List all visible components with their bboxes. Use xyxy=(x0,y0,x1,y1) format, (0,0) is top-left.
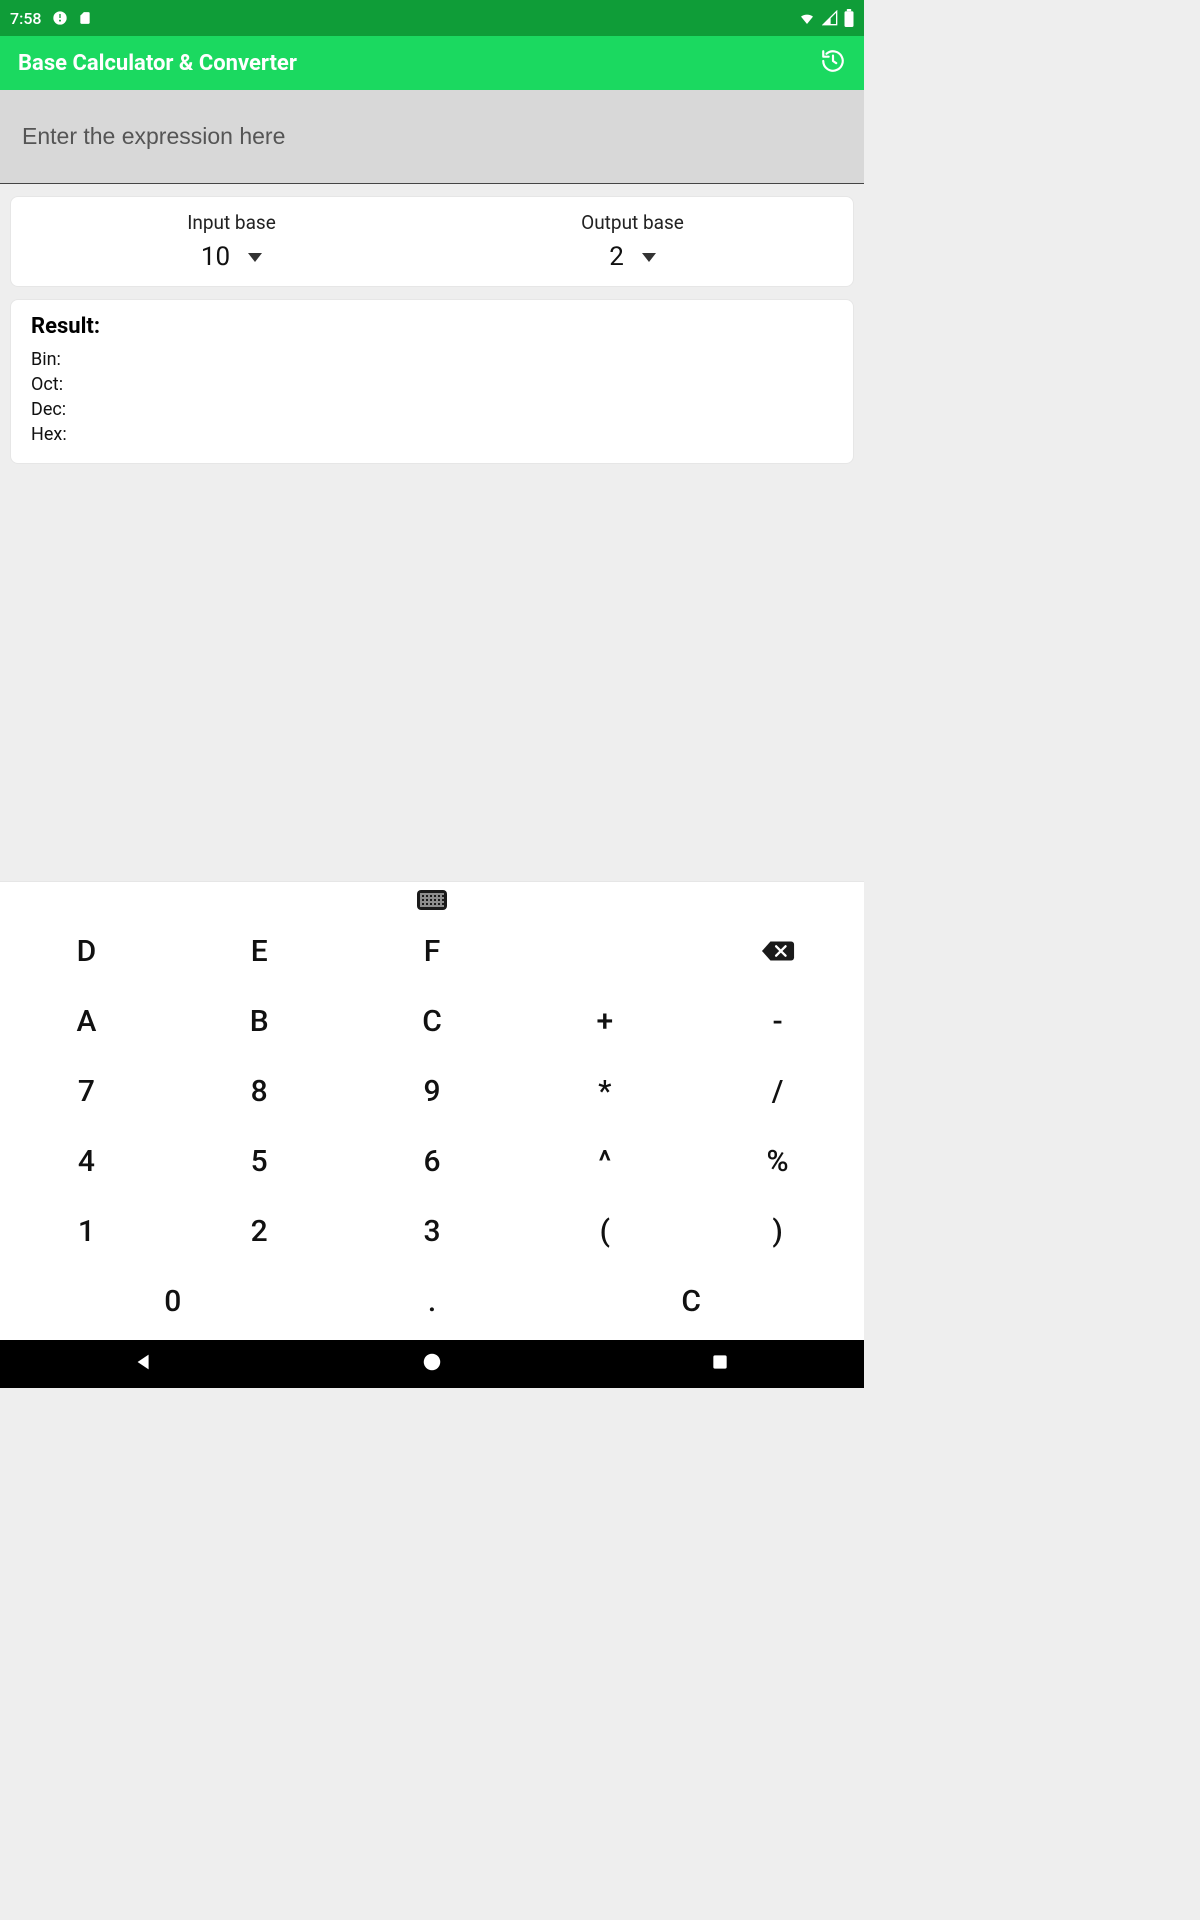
key-/[interactable]: / xyxy=(691,1056,864,1126)
key-backspace[interactable] xyxy=(691,916,864,986)
key-b[interactable]: B xyxy=(173,986,346,1056)
square-recent-icon xyxy=(710,1352,730,1376)
nav-home-button[interactable] xyxy=(418,1350,446,1378)
key-a[interactable]: A xyxy=(0,986,173,1056)
app-bar: Base Calculator & Converter xyxy=(0,36,864,90)
key-^[interactable]: ^ xyxy=(518,1126,691,1196)
key-([interactable]: ( xyxy=(518,1196,691,1266)
key-dot[interactable]: . xyxy=(346,1266,519,1336)
output-base-value: 2 xyxy=(609,242,624,272)
result-title: Result: xyxy=(31,314,833,339)
result-card: Result: Bin: Oct: Dec: Hex: xyxy=(10,299,854,464)
triangle-back-icon xyxy=(133,1351,155,1377)
key-%[interactable]: % xyxy=(691,1126,864,1196)
circle-home-icon xyxy=(421,1351,443,1377)
nav-bar xyxy=(0,1340,864,1388)
output-base-select[interactable]: 2 xyxy=(609,242,656,272)
signal-icon xyxy=(822,10,838,26)
key-e[interactable]: E xyxy=(173,916,346,986)
history-icon xyxy=(820,59,846,78)
key-9[interactable]: 9 xyxy=(346,1056,519,1126)
result-row-oct: Oct: xyxy=(31,374,833,395)
key-8[interactable]: 8 xyxy=(173,1056,346,1126)
key-6[interactable]: 6 xyxy=(346,1126,519,1196)
key-d[interactable]: D xyxy=(0,916,173,986)
key-*[interactable]: * xyxy=(518,1056,691,1126)
result-label: Hex: xyxy=(31,424,67,445)
nav-back-button[interactable] xyxy=(130,1350,158,1378)
base-selector-card: Input base 10 Output base 2 xyxy=(10,196,854,287)
key-7[interactable]: 7 xyxy=(0,1056,173,1126)
result-label: Oct: xyxy=(31,374,63,395)
status-bar: 7:58 xyxy=(0,0,864,36)
key-c[interactable]: C xyxy=(346,986,519,1056)
key-empty xyxy=(518,916,691,986)
result-row-bin: Bin: xyxy=(31,349,833,370)
result-label: Bin: xyxy=(31,349,61,370)
input-base-value: 10 xyxy=(201,242,230,272)
chevron-down-icon xyxy=(248,253,262,262)
wifi-icon xyxy=(798,10,816,26)
battery-icon xyxy=(844,9,854,27)
result-row-hex: Hex: xyxy=(31,424,833,445)
history-button[interactable] xyxy=(820,48,846,78)
result-label: Dec: xyxy=(31,399,66,420)
key-)[interactable]: ) xyxy=(691,1196,864,1266)
key-+[interactable]: + xyxy=(518,986,691,1056)
key-c[interactable]: C xyxy=(518,1266,864,1336)
notification-icon xyxy=(52,10,68,26)
backspace-icon xyxy=(761,939,795,963)
input-base-label: Input base xyxy=(31,211,432,234)
result-row-dec: Dec: xyxy=(31,399,833,420)
key-5[interactable]: 5 xyxy=(173,1126,346,1196)
chevron-down-icon xyxy=(642,253,656,262)
key-2[interactable]: 2 xyxy=(173,1196,346,1266)
key-1[interactable]: 1 xyxy=(0,1196,173,1266)
sd-card-icon xyxy=(78,10,92,26)
status-time: 7:58 xyxy=(10,9,42,28)
key-4[interactable]: 4 xyxy=(0,1126,173,1196)
expression-input[interactable] xyxy=(0,90,864,184)
page-title: Base Calculator & Converter xyxy=(18,51,297,76)
keypad: DEFABC+-789*/456^%123() 0.C xyxy=(0,881,864,1340)
keyboard-toggle-button[interactable] xyxy=(417,890,447,910)
nav-recent-button[interactable] xyxy=(706,1350,734,1378)
key--[interactable]: - xyxy=(691,986,864,1056)
key-3[interactable]: 3 xyxy=(346,1196,519,1266)
input-base-select[interactable]: 10 xyxy=(201,242,262,272)
output-base-label: Output base xyxy=(432,211,833,234)
key-f[interactable]: F xyxy=(346,916,519,986)
key-0[interactable]: 0 xyxy=(0,1266,346,1336)
